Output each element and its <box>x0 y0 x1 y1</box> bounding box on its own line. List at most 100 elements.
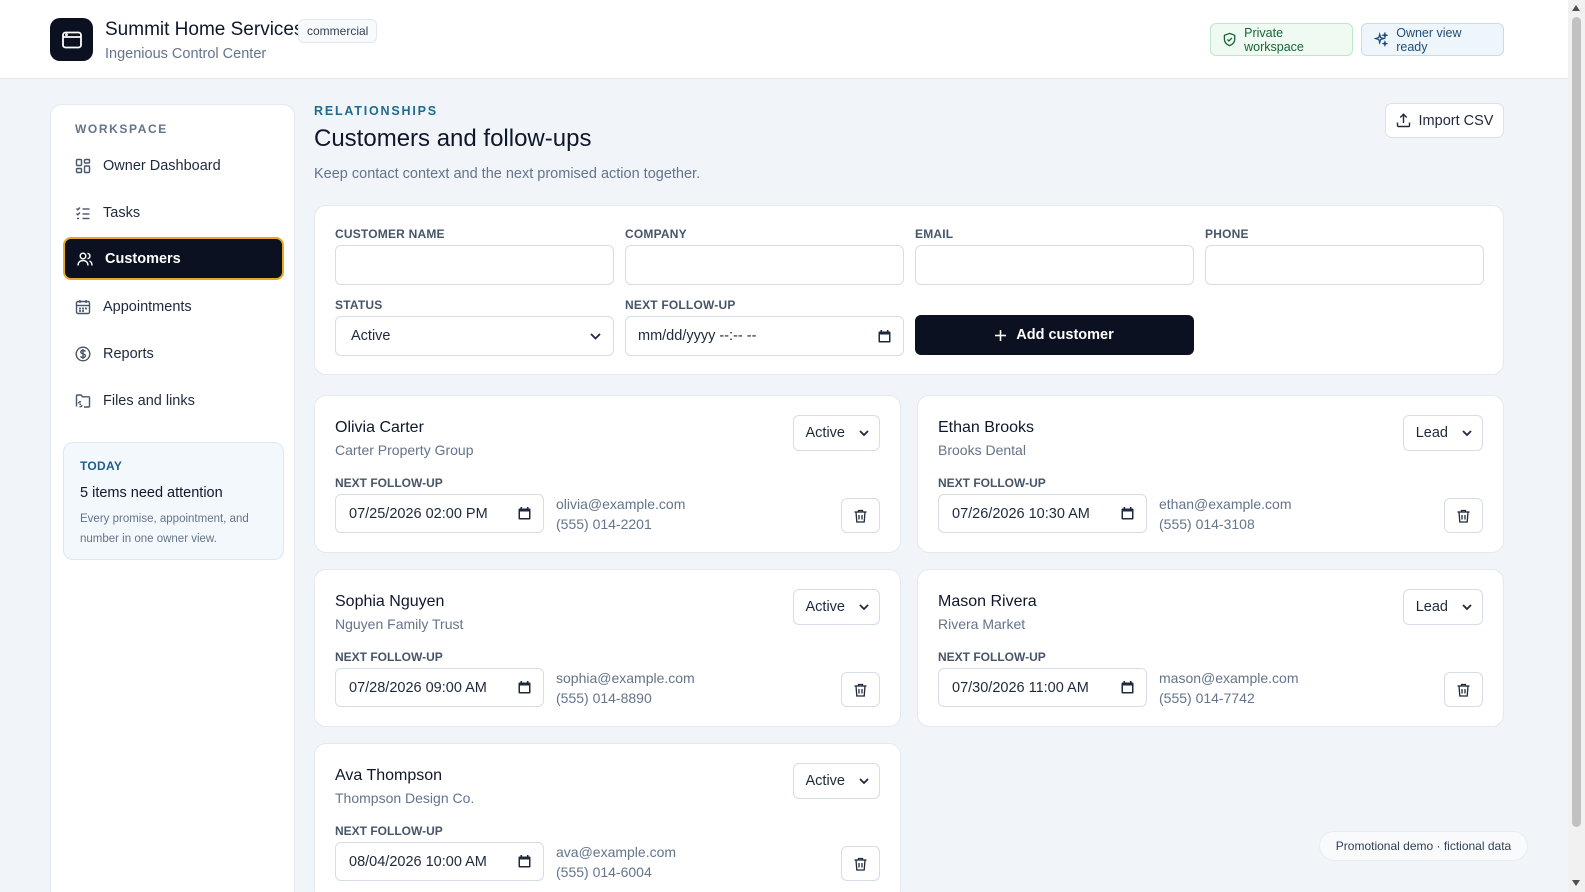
chevron-down-icon <box>859 430 869 436</box>
phone-label: PHONE <box>1205 227 1249 241</box>
customer-status-select[interactable]: Active <box>792 763 880 799</box>
customer-followup-input[interactable]: 07/25/2026 02:00 PM <box>335 494 544 533</box>
email-input[interactable] <box>915 245 1194 285</box>
app-header: Summit Home Services commercial Ingeniou… <box>0 0 1568 79</box>
customer-followup-input[interactable]: 07/28/2026 09:00 AM <box>335 668 544 707</box>
phone-input[interactable] <box>1205 245 1484 285</box>
customer-followup-label: NEXT FOLLOW-UP <box>938 476 1046 490</box>
customer-email: ethan@example.com <box>1159 496 1292 512</box>
status-select-value: Active <box>351 328 391 344</box>
add-customer-button[interactable]: Add customer <box>915 315 1194 355</box>
import-csv-button[interactable]: Import CSV <box>1385 103 1504 138</box>
chevron-down-icon <box>1462 430 1472 436</box>
customer-followup-value: 08/04/2026 10:00 AM <box>349 853 487 870</box>
today-label: TODAY <box>80 459 123 473</box>
customer-card: Ava Thompson Thompson Design Co. Active NEX… <box>314 743 901 892</box>
followup-label: NEXT FOLLOW-UP <box>625 298 736 312</box>
users-icon <box>77 252 93 266</box>
sidebar-item-appointments[interactable]: Appointments <box>63 285 284 328</box>
calendar-picker-icon[interactable] <box>518 855 531 868</box>
sidebar-heading: WORKSPACE <box>75 122 168 136</box>
calendar-picker-icon[interactable] <box>518 507 531 520</box>
customer-company: Rivera Market <box>938 616 1026 632</box>
dollar-icon <box>75 345 91 362</box>
today-title: 5 items need attention <box>80 485 223 501</box>
sparkles-icon <box>1374 32 1389 47</box>
customer-name: Sophia Nguyen <box>335 593 445 610</box>
trash-icon <box>854 857 867 871</box>
delete-customer-button[interactable] <box>841 498 880 533</box>
import-csv-label: Import CSV <box>1418 112 1494 129</box>
page-scrollbar[interactable] <box>1568 0 1585 892</box>
brand-tag-badge: commercial <box>298 19 378 43</box>
calendar-picker-icon[interactable] <box>878 329 891 343</box>
today-summary-card: TODAY 5 items need attention Every promi… <box>63 442 284 560</box>
calendar-picker-icon[interactable] <box>518 681 531 694</box>
customer-name: Ethan Brooks <box>938 419 1035 436</box>
customer-email: ava@example.com <box>556 844 677 860</box>
customer-status-select[interactable]: Active <box>792 589 880 625</box>
delete-customer-button[interactable] <box>841 846 880 881</box>
customer-company: Brooks Dental <box>938 442 1026 458</box>
customer-name: Ava Thompson <box>335 767 443 784</box>
add-customer-label: Add customer <box>1016 327 1114 343</box>
calendar-picker-icon[interactable] <box>1121 681 1134 694</box>
customer-name: Olivia Carter <box>335 419 424 436</box>
delete-customer-button[interactable] <box>1444 672 1483 707</box>
sidebar-item-label: Appointments <box>103 298 192 315</box>
scroll-thumb[interactable] <box>1572 17 1581 827</box>
followup-datetime-input[interactable]: mm/dd/yyyy --:-- -- <box>625 316 904 356</box>
customer-email: mason@example.com <box>1159 670 1299 686</box>
customer-phone: (555) 014-7742 <box>1159 690 1255 706</box>
today-description: Every promise, appointment, and number i… <box>80 513 249 545</box>
customer-phone: (555) 014-2201 <box>556 516 652 532</box>
customer-status-select[interactable]: Active <box>792 415 880 451</box>
customer-followup-value: 07/26/2026 10:30 AM <box>952 505 1090 522</box>
chevron-down-icon <box>590 332 601 340</box>
trash-icon <box>1457 509 1470 523</box>
sidebar-item-label: Files and links <box>103 392 195 409</box>
customer-name-input[interactable] <box>335 245 614 285</box>
sidebar-item-label: Customers <box>105 250 181 267</box>
sidebar-item-files-and-links[interactable]: Files and links <box>63 379 284 422</box>
customer-status-select[interactable]: Lead <box>1402 589 1483 625</box>
customer-followup-label: NEXT FOLLOW-UP <box>335 824 443 838</box>
scroll-up-arrow-icon[interactable] <box>1572 5 1580 11</box>
customer-name: Mason Rivera <box>938 593 1037 610</box>
customer-status-value: Active <box>805 773 846 789</box>
chevron-down-icon <box>859 604 869 610</box>
calendar-picker-icon[interactable] <box>1121 507 1134 520</box>
private-workspace-label: Private workspace <box>1244 25 1304 54</box>
plus-icon <box>995 329 1007 341</box>
folder-icon <box>75 393 91 408</box>
customer-status-select[interactable]: Lead <box>1402 415 1483 451</box>
customer-phone: (555) 014-8890 <box>556 690 652 706</box>
dashboard-icon <box>75 158 91 173</box>
status-label: STATUS <box>335 298 383 312</box>
sidebar-item-owner-dashboard[interactable]: Owner Dashboard <box>63 144 284 187</box>
customer-status-value: Active <box>805 425 846 441</box>
customer-phone: (555) 014-6004 <box>556 864 652 880</box>
scroll-down-arrow-icon[interactable] <box>1572 880 1580 886</box>
customer-followup-input[interactable]: 07/30/2026 11:00 AM <box>938 668 1147 707</box>
customer-followup-label: NEXT FOLLOW-UP <box>938 650 1046 664</box>
trash-icon <box>854 683 867 697</box>
company-input[interactable] <box>625 245 904 285</box>
customer-followup-input[interactable]: 08/04/2026 10:00 AM <box>335 842 544 881</box>
delete-customer-button[interactable] <box>841 672 880 707</box>
brand-name: Summit Home Services <box>105 19 304 40</box>
sidebar-item-label: Reports <box>103 345 154 362</box>
chevron-down-icon <box>859 778 869 784</box>
delete-customer-button[interactable] <box>1444 498 1483 533</box>
status-select[interactable]: Active <box>335 316 614 356</box>
sidebar-item-reports[interactable]: Reports <box>63 332 284 375</box>
customer-card: Mason Rivera Rivera Market Lead NEXT FOLLOW… <box>917 569 1504 727</box>
customer-followup-input[interactable]: 07/26/2026 10:30 AM <box>938 494 1147 533</box>
calendar-icon <box>75 299 91 314</box>
owner-view-badge: Owner view ready <box>1361 23 1504 56</box>
customer-email: sophia@example.com <box>556 670 695 686</box>
shield-check-icon <box>1223 32 1236 47</box>
sidebar-item-customers[interactable]: Customers <box>63 237 284 280</box>
private-workspace-badge: Private workspace <box>1210 23 1353 56</box>
sidebar-item-tasks[interactable]: Tasks <box>63 191 284 234</box>
